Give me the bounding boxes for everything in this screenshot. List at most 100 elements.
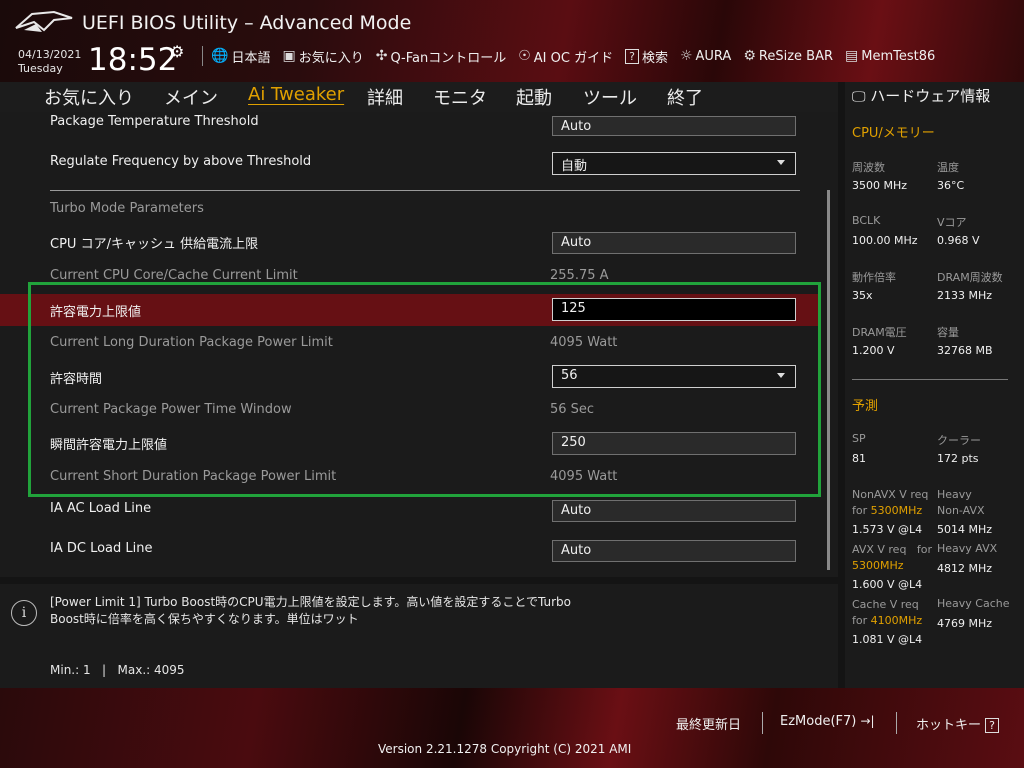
resize-bar-button[interactable]: ⚙ ReSize BAR: [743, 48, 833, 64]
resize-bar-label: ReSize BAR: [758, 48, 833, 64]
date-display: 04/13/2021 Tuesday: [18, 48, 81, 76]
hotkey-label: ホットキー: [916, 718, 982, 733]
ratio-value: 35x: [852, 289, 873, 302]
aura-button[interactable]: ☼ AURA: [680, 48, 731, 64]
settings-scrollbar[interactable]: [827, 190, 830, 570]
tab-advanced[interactable]: 詳細: [367, 84, 403, 110]
prediction-section: 予測: [852, 399, 879, 414]
temp-value: 36°C: [937, 179, 965, 192]
vcore-label: Vコア: [937, 216, 967, 229]
capacity-label: 容量: [937, 326, 959, 339]
hotkey-button[interactable]: ホットキー ?: [916, 714, 999, 733]
tab-boot[interactable]: 起動: [516, 84, 552, 110]
nonavx-v-value: 1.573 V @L4: [852, 523, 923, 536]
vcore-value: 0.968 V: [937, 234, 980, 247]
annotation-highlight-box: [28, 282, 821, 497]
ezmode-button[interactable]: EzMode(F7) →|: [780, 714, 875, 729]
cache-req-for: for: [852, 614, 871, 627]
search-button[interactable]: ? 検索: [625, 47, 668, 66]
help-line-1: [Power Limit 1] Turbo Boost時のCPU電力上限値を設定…: [50, 595, 572, 609]
tab-main[interactable]: メイン: [164, 84, 218, 110]
avx-v-value: 1.600 V @L4: [852, 578, 923, 591]
tab-tool[interactable]: ツール: [583, 84, 637, 110]
top-toolbar: 🌐 日本語 ▣ お気に入り ✣ Q-Fanコントロール ☉ AI OC ガイド ? 検索 …: [198, 46, 947, 66]
current-core-cache-limit-label: Current CPU Core/Cache Current Limit: [50, 268, 298, 283]
language-button[interactable]: 🌐 日本語: [211, 47, 270, 66]
info-icon: i: [11, 600, 37, 626]
nonavx-req-label: NonAVX V req for 5300MHz: [852, 487, 928, 519]
memtest-label: MemTest86: [861, 48, 936, 64]
ai-oc-icon: ☉: [518, 48, 531, 64]
sidebar-divider: [852, 379, 1008, 380]
ia-dc-load-line-field[interactable]: Auto: [552, 540, 796, 562]
section-divider: [50, 190, 800, 191]
freq-value: 3500 MHz: [852, 179, 908, 192]
language-label: 日本語: [231, 50, 271, 66]
ezmode-label: EzMode(F7): [780, 714, 857, 729]
hardware-monitor-title-text: ハードウェア情報: [870, 87, 991, 105]
ia-ac-load-line-field[interactable]: Auto: [552, 500, 796, 522]
regulate-freq-select[interactable]: 自動: [552, 152, 796, 175]
resize-bar-icon: ⚙: [743, 48, 756, 64]
favorites-label: お気に入り: [298, 50, 364, 66]
clock-time: 18:52: [88, 42, 178, 78]
day-text: Tuesday: [18, 62, 63, 75]
min-max-range: Min.: 1 | Max.: 4095: [50, 663, 185, 677]
search-label: 検索: [641, 50, 668, 66]
heavy-nonavx-label: Heavy Non-AVX: [937, 487, 985, 519]
footer-divider: [762, 712, 763, 734]
memtest-icon: ▤: [845, 48, 859, 64]
favorites-button[interactable]: ▣ お気に入り: [282, 47, 363, 66]
avx-req-line1: AVX V req for: [852, 543, 933, 556]
aura-icon: ☼: [679, 48, 693, 64]
tab-exit[interactable]: 終了: [667, 84, 703, 110]
capacity-value: 32768 MB: [937, 344, 993, 357]
ia-ac-load-line-label: IA AC Load Line: [50, 501, 152, 516]
globe-icon: 🌐: [211, 48, 229, 64]
tab-monitor[interactable]: モニタ: [433, 84, 487, 110]
ia-dc-load-line-label: IA DC Load Line: [50, 541, 153, 556]
heavy-cache-label: Heavy Cache: [937, 597, 1010, 610]
ratio-label: 動作倍率: [852, 271, 896, 284]
avx-req-label: AVX V req for 5300MHz: [852, 542, 932, 574]
last-modified-button[interactable]: 最終更新日: [676, 714, 741, 733]
cpu-core-cache-limit-label: CPU コア/キャッシュ 供給電流上限: [50, 237, 259, 252]
footer-divider: [896, 712, 897, 734]
help-text: [Power Limit 1] Turbo Boost時のCPU電力上限値を設定…: [50, 594, 610, 628]
ai-oc-label: AI OC ガイド: [533, 50, 614, 66]
toolbar-divider: [202, 46, 203, 66]
search-icon: ?: [625, 48, 639, 64]
regulate-freq-label: Regulate Frequency by above Threshold: [50, 154, 312, 169]
qfan-control-button[interactable]: ✣ Q-Fanコントロール: [376, 47, 507, 66]
cooler-value: 172 pts: [937, 452, 979, 465]
nonavx-req-line1: NonAVX V req: [852, 488, 929, 501]
turbo-mode-header: Turbo Mode Parameters: [50, 201, 204, 216]
bclk-label: BCLK: [852, 214, 881, 227]
pkg-temp-threshold-field[interactable]: Auto: [552, 116, 796, 136]
bclk-value: 100.00 MHz: [852, 234, 918, 247]
version-copyright: Version 2.21.1278 Copyright (C) 2021 AMI: [378, 742, 632, 756]
pkg-temp-threshold-label: Package Temperature Threshold: [50, 114, 259, 129]
cpu-core-cache-limit-field[interactable]: Auto: [552, 232, 796, 254]
current-core-cache-limit-value: 255.75 A: [550, 268, 609, 283]
heavy-nonavx-line1: Heavy: [937, 488, 972, 501]
heavy-nonavx-line2: Non-AVX: [937, 504, 985, 517]
dram-volt-value: 1.200 V: [852, 344, 895, 357]
clock-settings-gear-icon[interactable]: ⚙: [170, 42, 184, 61]
sp-value: 81: [852, 452, 866, 465]
date-text: 04/13/2021: [18, 48, 82, 61]
help-line-2: Boost時に倍率を高く保ちやすくなります。単位はワット: [50, 612, 359, 626]
tab-ai-tweaker[interactable]: Ai Tweaker: [248, 84, 344, 105]
temp-label: 温度: [937, 161, 959, 174]
monitor-icon: 🖵: [852, 89, 866, 105]
app-title: UEFI BIOS Utility – Advanced Mode: [82, 12, 412, 34]
nonavx-req-mhz: 5300MHz: [870, 504, 923, 517]
nonavx-req-line2: for 5300MHz: [852, 503, 928, 519]
tab-favorites[interactable]: お気に入り: [44, 84, 134, 110]
memtest-button[interactable]: ▤ MemTest86: [845, 48, 935, 64]
ai-oc-guide-button[interactable]: ☉ AI OC ガイド: [518, 47, 613, 66]
cache-req-line2: for 4100MHz: [852, 613, 922, 629]
cache-req-label: Cache V req for 4100MHz: [852, 597, 922, 629]
aura-label: AURA: [695, 48, 732, 64]
cache-req-mhz: 4100MHz: [870, 614, 923, 627]
